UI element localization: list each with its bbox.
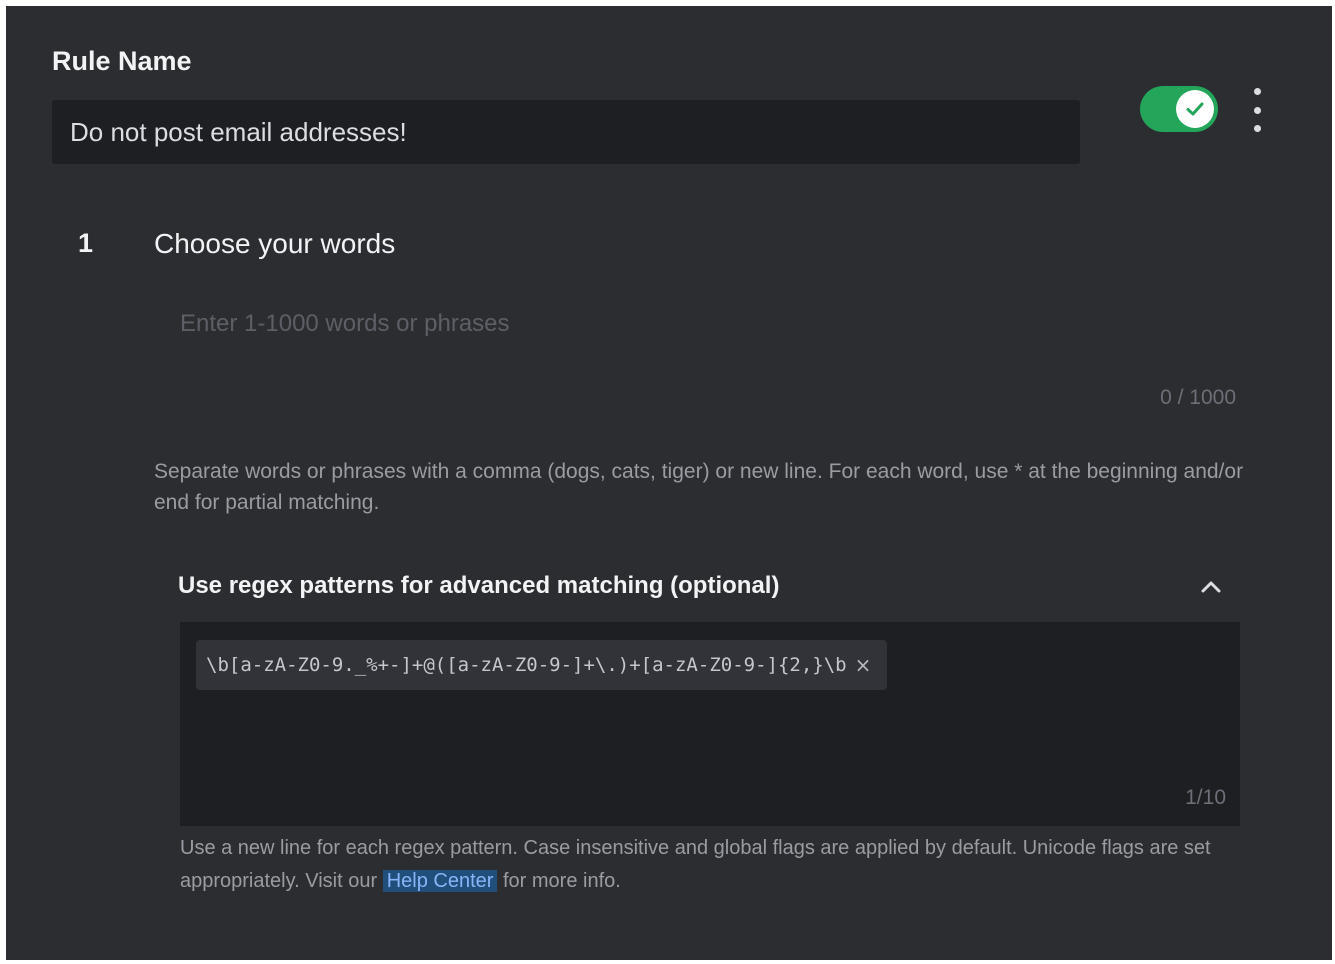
regex-help-after: for more info. xyxy=(502,870,621,892)
regex-help-before: Use a new line for each regex pattern. C… xyxy=(180,837,1211,892)
more-vertical-icon[interactable] xyxy=(1250,88,1264,132)
keyword-help-text: Separate words or phrases with a comma (… xyxy=(154,460,1244,514)
more-dot xyxy=(1253,88,1261,95)
step-title: Choose your words xyxy=(154,228,396,259)
toggle-knob xyxy=(1176,90,1214,128)
keyword-count: 0 / 1000 xyxy=(1160,386,1236,409)
rule-enabled-toggle[interactable] xyxy=(1140,86,1218,132)
regex-count: 1/10 xyxy=(1185,786,1226,809)
regex-pattern-chip[interactable]: \b[a-zA-Z0-9._%+-]+@([a-zA-Z0-9-]+\.)+[a… xyxy=(196,640,888,690)
keyword-input[interactable]: Enter 1-1000 words or phrases 0 / 1000 xyxy=(154,288,1246,418)
help-center-link[interactable]: Help Center xyxy=(382,870,498,892)
step-number: 1 xyxy=(78,228,94,258)
rule-name-input[interactable]: Do not post email addresses! xyxy=(52,100,1080,164)
rule-name-label: Rule Name xyxy=(52,46,192,76)
regex-help-text: Use a new line for each regex pattern. C… xyxy=(180,832,1220,898)
more-dot xyxy=(1253,106,1261,114)
chevron-up-icon[interactable] xyxy=(1196,572,1226,602)
automod-rule-panel: Rule Name Do not post email addresses! 1… xyxy=(6,6,1332,960)
regex-section-header[interactable]: Use regex patterns for advanced matching… xyxy=(178,568,1238,608)
keyword-placeholder: Enter 1-1000 words or phrases xyxy=(180,310,510,337)
regex-section-title: Use regex patterns for advanced matching… xyxy=(178,572,780,599)
check-icon xyxy=(1186,102,1204,116)
more-dot xyxy=(1253,125,1261,132)
regex-input[interactable]: \b[a-zA-Z0-9._%+-]+@([a-zA-Z0-9-]+\.)+[a… xyxy=(180,622,1240,826)
regex-pattern-text: \b[a-zA-Z0-9._%+-]+@([a-zA-Z0-9-]+\.)+[a… xyxy=(206,654,847,676)
close-icon[interactable]: × xyxy=(855,653,872,677)
